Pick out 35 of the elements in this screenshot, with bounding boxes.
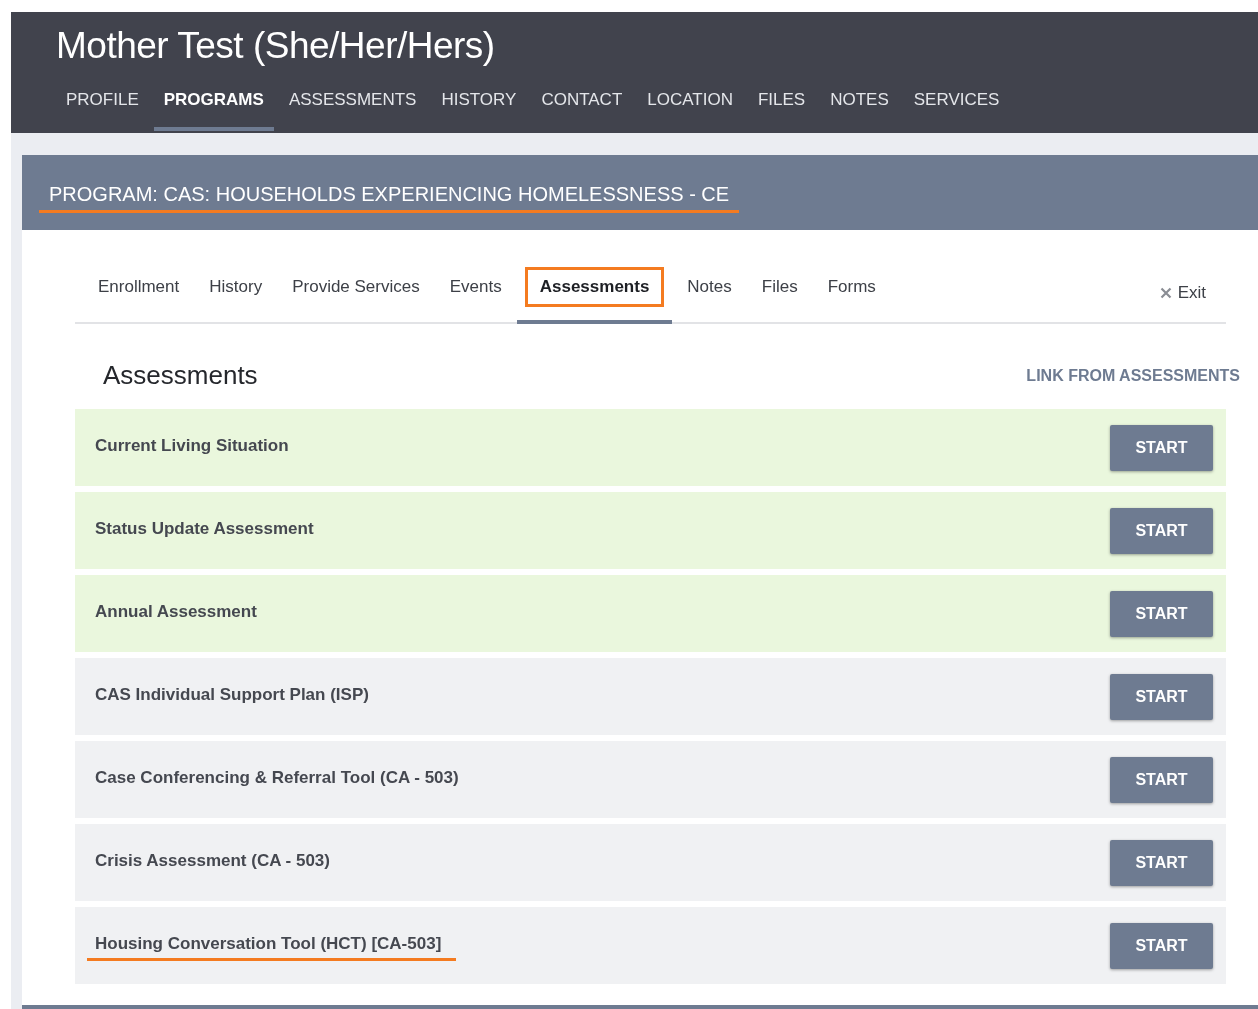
- assessment-name: Current Living Situation: [95, 435, 289, 457]
- assessment-name: Crisis Assessment (CA - 503): [95, 850, 330, 872]
- assessment-name: Annual Assessment: [95, 601, 257, 623]
- start-button[interactable]: START: [1110, 424, 1213, 471]
- exit-button[interactable]: Exit: [1159, 283, 1206, 322]
- program-tab[interactable]: Notes: [672, 267, 747, 324]
- start-button[interactable]: START: [1110, 507, 1213, 554]
- nav-tab[interactable]: HISTORY: [431, 78, 527, 131]
- program-tab[interactable]: History: [194, 267, 278, 324]
- link-from-assessments[interactable]: LINK FROM ASSESSMENTS: [1026, 366, 1240, 385]
- start-button[interactable]: START: [1110, 673, 1213, 720]
- nav-tab[interactable]: SERVICES: [903, 78, 1010, 131]
- nav-tab[interactable]: ASSESSMENTS: [278, 78, 427, 131]
- assessment-name: Status Update Assessment: [95, 518, 314, 540]
- program-title: PROGRAM: CAS: HOUSEHOLDS EXPERIENCING HOMELESSNESS - CE: [39, 178, 740, 213]
- start-button[interactable]: START: [1110, 756, 1213, 803]
- program-tab[interactable]: Enrollment: [83, 267, 195, 324]
- section-title: Assessments: [103, 360, 258, 391]
- start-button[interactable]: START: [1110, 839, 1213, 886]
- program-tab[interactable]: Forms: [812, 267, 891, 324]
- start-button[interactable]: START: [1110, 922, 1213, 969]
- assessment-name: Case Conferencing & Referral Tool (CA - 503): [95, 767, 459, 789]
- client-name: Mother Test (She/Her/Hers): [56, 24, 495, 68]
- program-tab[interactable]: Events: [434, 267, 517, 324]
- close-icon: [1159, 287, 1172, 299]
- program-tab[interactable]: Files: [746, 267, 813, 324]
- start-button[interactable]: START: [1110, 590, 1213, 637]
- nav-tab[interactable]: LOCATION: [637, 78, 743, 131]
- assessment-name: CAS Individual Support Plan (ISP): [95, 684, 369, 706]
- assessment-name: Housing Conversation Tool (HCT) [CA-503]: [87, 930, 457, 961]
- nav-tab[interactable]: PROFILE: [56, 78, 149, 131]
- nav-tab[interactable]: FILES: [747, 78, 816, 131]
- nav-tab[interactable]: NOTES: [820, 78, 899, 131]
- nav-tab[interactable]: CONTACT: [531, 78, 633, 131]
- program-tab[interactable]: Provide Services: [277, 267, 435, 324]
